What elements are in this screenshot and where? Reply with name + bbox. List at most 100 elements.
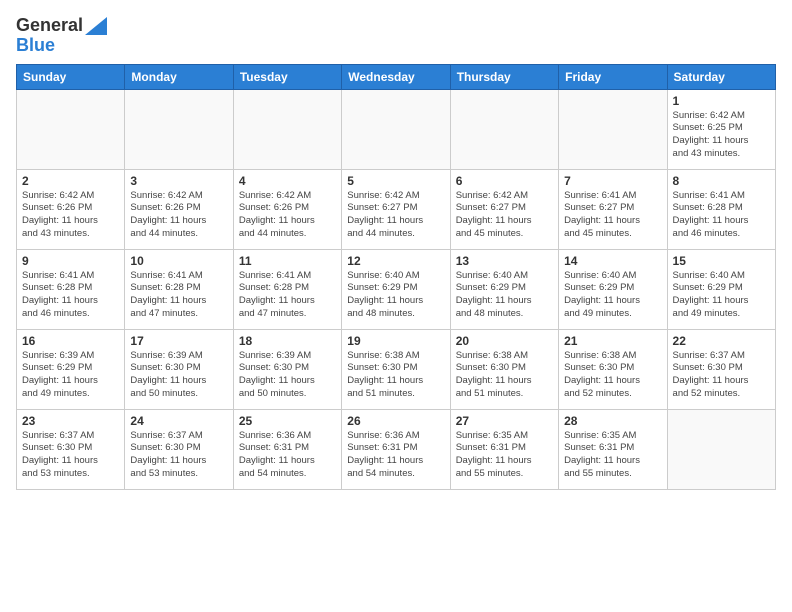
day-number: 3 bbox=[130, 174, 227, 188]
day-info: Sunrise: 6:39 AM Sunset: 6:29 PM Dayligh… bbox=[22, 350, 119, 401]
day-number: 7 bbox=[564, 174, 661, 188]
day-number: 20 bbox=[456, 334, 553, 348]
calendar-cell: 7 Sunrise: 6:41 AM Sunset: 6:27 PM Daylig… bbox=[559, 169, 667, 249]
day-info: Sunrise: 6:42 AM Sunset: 6:25 PM Dayligh… bbox=[673, 110, 770, 161]
day-number: 21 bbox=[564, 334, 661, 348]
weekday-header: Tuesday bbox=[233, 64, 341, 89]
day-info: Sunrise: 6:42 AM Sunset: 6:27 PM Dayligh… bbox=[456, 190, 553, 241]
day-number: 1 bbox=[673, 94, 770, 108]
day-number: 14 bbox=[564, 254, 661, 268]
day-number: 2 bbox=[22, 174, 119, 188]
day-number: 18 bbox=[239, 334, 336, 348]
weekday-header: Friday bbox=[559, 64, 667, 89]
day-info: Sunrise: 6:42 AM Sunset: 6:26 PM Dayligh… bbox=[239, 190, 336, 241]
day-number: 16 bbox=[22, 334, 119, 348]
weekday-header: Monday bbox=[125, 64, 233, 89]
day-info: Sunrise: 6:36 AM Sunset: 6:31 PM Dayligh… bbox=[239, 430, 336, 481]
calendar-cell: 13 Sunrise: 6:40 AM Sunset: 6:29 PM Dayli… bbox=[450, 249, 558, 329]
day-info: Sunrise: 6:40 AM Sunset: 6:29 PM Dayligh… bbox=[673, 270, 770, 321]
day-number: 6 bbox=[456, 174, 553, 188]
day-info: Sunrise: 6:42 AM Sunset: 6:27 PM Dayligh… bbox=[347, 190, 444, 241]
calendar-cell: 23Sunrise: 6:37 AM Sunset: 6:30 PM Dayli… bbox=[17, 409, 125, 489]
calendar-cell: 9Sunrise: 6:41 AM Sunset: 6:28 PM Daylig… bbox=[17, 249, 125, 329]
day-number: 11 bbox=[239, 254, 336, 268]
weekday-header: Sunday bbox=[17, 64, 125, 89]
day-number: 27 bbox=[456, 414, 553, 428]
day-info: Sunrise: 6:42 AM Sunset: 6:26 PM Dayligh… bbox=[22, 190, 119, 241]
day-number: 8 bbox=[673, 174, 770, 188]
calendar-cell: 25 Sunrise: 6:36 AM Sunset: 6:31 PM Dayli… bbox=[233, 409, 341, 489]
day-info: Sunrise: 6:35 AM Sunset: 6:31 PM Dayligh… bbox=[456, 430, 553, 481]
calendar-cell: 15 Sunrise: 6:40 AM Sunset: 6:29 PM Dayli… bbox=[667, 249, 775, 329]
calendar-cell bbox=[559, 89, 667, 169]
day-number: 19 bbox=[347, 334, 444, 348]
day-info: Sunrise: 6:40 AM Sunset: 6:29 PM Dayligh… bbox=[456, 270, 553, 321]
calendar-cell: 12 Sunrise: 6:40 AM Sunset: 6:29 PM Dayli… bbox=[342, 249, 450, 329]
day-info: Sunrise: 6:42 AM Sunset: 6:26 PM Dayligh… bbox=[130, 190, 227, 241]
calendar-cell: 16 Sunrise: 6:39 AM Sunset: 6:29 PM Dayli… bbox=[17, 329, 125, 409]
day-info: Sunrise: 6:41 AM Sunset: 6:27 PM Dayligh… bbox=[564, 190, 661, 241]
weekday-header: Wednesday bbox=[342, 64, 450, 89]
calendar-cell bbox=[342, 89, 450, 169]
day-number: 24 bbox=[130, 414, 227, 428]
calendar-cell: 19 Sunrise: 6:38 AM Sunset: 6:30 PM Dayli… bbox=[342, 329, 450, 409]
day-info: Sunrise: 6:37 AM Sunset: 6:30 PM Dayligh… bbox=[673, 350, 770, 401]
day-info: Sunrise: 6:38 AM Sunset: 6:30 PM Dayligh… bbox=[347, 350, 444, 401]
calendar-cell: 14 Sunrise: 6:40 AM Sunset: 6:29 PM Dayli… bbox=[559, 249, 667, 329]
day-info: Sunrise: 6:36 AM Sunset: 6:31 PM Dayligh… bbox=[347, 430, 444, 481]
day-info: Sunrise: 6:41 AM Sunset: 6:28 PM Dayligh… bbox=[673, 190, 770, 241]
day-info: Sunrise: 6:40 AM Sunset: 6:29 PM Dayligh… bbox=[564, 270, 661, 321]
day-number: 4 bbox=[239, 174, 336, 188]
calendar-cell: 3 Sunrise: 6:42 AM Sunset: 6:26 PM Daylig… bbox=[125, 169, 233, 249]
calendar-cell: 18 Sunrise: 6:39 AM Sunset: 6:30 PM Dayli… bbox=[233, 329, 341, 409]
day-number: 10 bbox=[130, 254, 227, 268]
logo-blue: Blue bbox=[16, 36, 107, 56]
calendar-cell bbox=[125, 89, 233, 169]
day-number: 25 bbox=[239, 414, 336, 428]
weekday-header: Saturday bbox=[667, 64, 775, 89]
day-number: 15 bbox=[673, 254, 770, 268]
day-number: 13 bbox=[456, 254, 553, 268]
day-info: Sunrise: 6:41 AM Sunset: 6:28 PM Dayligh… bbox=[239, 270, 336, 321]
logo-icon bbox=[85, 17, 107, 35]
calendar-week: 9 Sunrise: 6:41 AM Sunset: 6:28 PM Daylig… bbox=[17, 249, 776, 329]
weekday-header: Thursday bbox=[450, 64, 558, 89]
calendar-cell: 10Sunrise: 6:41 AM Sunset: 6:28 PM Dayli… bbox=[125, 249, 233, 329]
calendar-week: 2 Sunrise: 6:42 AM Sunset: 6:26 PM Daylig… bbox=[17, 169, 776, 249]
calendar-cell: 26 Sunrise: 6:36 AM Sunset: 6:31 PM Dayli… bbox=[342, 409, 450, 489]
calendar-week: 23Sunrise: 6:37 AM Sunset: 6:30 PM Dayli… bbox=[17, 409, 776, 489]
logo: General Blue bbox=[16, 16, 107, 56]
day-number: 17 bbox=[130, 334, 227, 348]
calendar-cell: 2 Sunrise: 6:42 AM Sunset: 6:26 PM Daylig… bbox=[17, 169, 125, 249]
calendar-cell: 17Sunrise: 6:39 AM Sunset: 6:30 PM Dayli… bbox=[125, 329, 233, 409]
day-info: Sunrise: 6:37 AM Sunset: 6:30 PM Dayligh… bbox=[130, 430, 227, 481]
day-number: 9 bbox=[22, 254, 119, 268]
calendar-cell bbox=[17, 89, 125, 169]
day-info: Sunrise: 6:37 AM Sunset: 6:30 PM Dayligh… bbox=[22, 430, 119, 481]
calendar-cell: 1 Sunrise: 6:42 AM Sunset: 6:25 PM Daylig… bbox=[667, 89, 775, 169]
day-number: 26 bbox=[347, 414, 444, 428]
calendar-cell bbox=[667, 409, 775, 489]
day-info: Sunrise: 6:35 AM Sunset: 6:31 PM Dayligh… bbox=[564, 430, 661, 481]
day-number: 12 bbox=[347, 254, 444, 268]
calendar-cell: 6 Sunrise: 6:42 AM Sunset: 6:27 PM Daylig… bbox=[450, 169, 558, 249]
calendar-cell: 4 Sunrise: 6:42 AM Sunset: 6:26 PM Daylig… bbox=[233, 169, 341, 249]
day-info: Sunrise: 6:39 AM Sunset: 6:30 PM Dayligh… bbox=[239, 350, 336, 401]
day-info: Sunrise: 6:38 AM Sunset: 6:30 PM Dayligh… bbox=[564, 350, 661, 401]
calendar-cell bbox=[450, 89, 558, 169]
calendar-cell: 28Sunrise: 6:35 AM Sunset: 6:31 PM Dayli… bbox=[559, 409, 667, 489]
day-number: 22 bbox=[673, 334, 770, 348]
page-header: General Blue bbox=[16, 16, 776, 56]
calendar-table: SundayMondayTuesdayWednesdayThursdayFrid… bbox=[16, 64, 776, 490]
day-info: Sunrise: 6:40 AM Sunset: 6:29 PM Dayligh… bbox=[347, 270, 444, 321]
logo-text: General bbox=[16, 16, 107, 36]
calendar-cell bbox=[233, 89, 341, 169]
calendar-cell: 11 Sunrise: 6:41 AM Sunset: 6:28 PM Dayli… bbox=[233, 249, 341, 329]
day-number: 5 bbox=[347, 174, 444, 188]
calendar-cell: 21 Sunrise: 6:38 AM Sunset: 6:30 PM Dayli… bbox=[559, 329, 667, 409]
calendar-week: 16 Sunrise: 6:39 AM Sunset: 6:29 PM Dayli… bbox=[17, 329, 776, 409]
calendar-cell: 5 Sunrise: 6:42 AM Sunset: 6:27 PM Daylig… bbox=[342, 169, 450, 249]
calendar-cell: 24 Sunrise: 6:37 AM Sunset: 6:30 PM Dayli… bbox=[125, 409, 233, 489]
calendar-cell: 20 Sunrise: 6:38 AM Sunset: 6:30 PM Dayli… bbox=[450, 329, 558, 409]
day-info: Sunrise: 6:38 AM Sunset: 6:30 PM Dayligh… bbox=[456, 350, 553, 401]
